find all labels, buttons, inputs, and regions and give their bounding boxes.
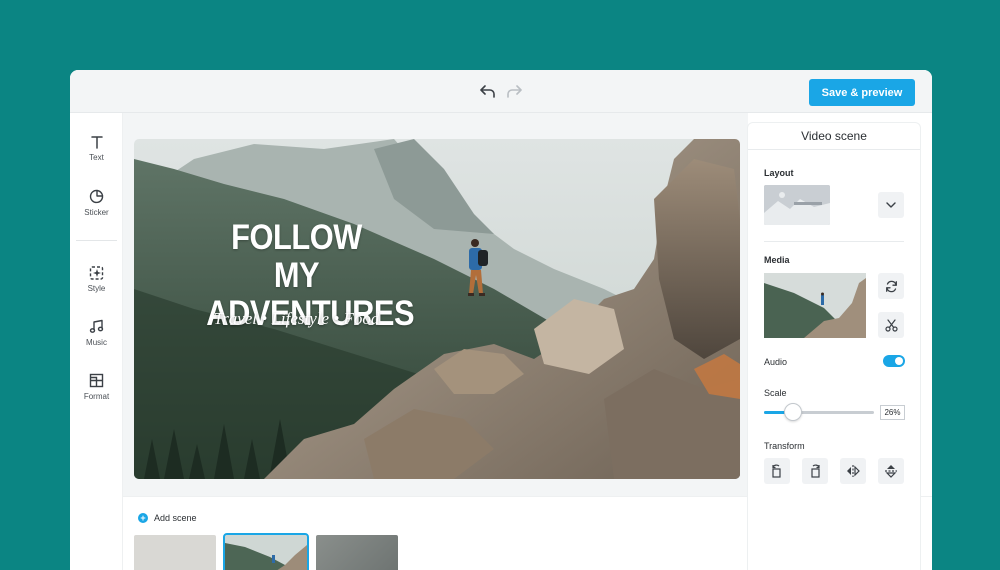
style-icon bbox=[89, 266, 104, 280]
editor-window: Save & preview Text Sticker Style Music … bbox=[70, 70, 932, 570]
flip-vertical-icon bbox=[885, 465, 897, 478]
scissors-icon bbox=[884, 318, 898, 332]
add-scene-button[interactable]: + Add scene bbox=[138, 513, 197, 523]
section-divider bbox=[764, 241, 904, 242]
plus-icon: + bbox=[138, 513, 148, 523]
scene-thumbnail[interactable] bbox=[134, 535, 216, 570]
scale-value-input[interactable]: 26% bbox=[880, 405, 905, 420]
media-label: Media bbox=[764, 255, 790, 265]
undo-icon[interactable] bbox=[479, 82, 497, 100]
panel-title: Video scene bbox=[748, 123, 920, 150]
rotate-right-button[interactable] bbox=[802, 458, 828, 484]
transform-label: Transform bbox=[764, 441, 805, 451]
add-scene-label: Add scene bbox=[154, 513, 197, 523]
sidebar-item-style[interactable]: Style bbox=[70, 265, 123, 305]
scene-subtitle[interactable]: Travel • Lifestyle • Food bbox=[184, 309, 409, 329]
refresh-icon bbox=[885, 280, 897, 292]
sidebar-item-label: Style bbox=[87, 284, 106, 293]
save-preview-button[interactable]: Save & preview bbox=[809, 79, 915, 106]
flip-horizontal-icon bbox=[847, 465, 860, 477]
rotate-left-button[interactable] bbox=[764, 458, 790, 484]
text-icon bbox=[90, 136, 103, 149]
video-scene-panel: Video scene Layout Media Audio Scale 26%… bbox=[748, 123, 920, 570]
flip-vertical-button[interactable] bbox=[878, 458, 904, 484]
scale-slider[interactable] bbox=[764, 403, 874, 421]
scene-thumbnail[interactable] bbox=[223, 533, 309, 570]
format-icon bbox=[89, 373, 104, 388]
top-toolbar: Save & preview bbox=[70, 70, 932, 113]
sidebar-divider bbox=[76, 240, 117, 241]
music-icon bbox=[89, 319, 104, 333]
scene-thumbnail[interactable] bbox=[316, 535, 398, 570]
left-toolbar: Text Sticker Style Music Format bbox=[70, 113, 123, 570]
canvas-area: FOLLOW MY ADVENTURES Travel • Lifestyle … bbox=[123, 113, 748, 496]
flip-horizontal-button[interactable] bbox=[840, 458, 866, 484]
sidebar-item-label: Sticker bbox=[84, 208, 109, 217]
scale-slider-handle[interactable] bbox=[783, 403, 802, 421]
sidebar-item-label: Music bbox=[86, 338, 107, 347]
rotate-right-icon bbox=[811, 464, 820, 478]
audio-label: Audio bbox=[764, 357, 788, 367]
sidebar-item-music[interactable]: Music bbox=[70, 319, 123, 359]
scene-preview[interactable]: FOLLOW MY ADVENTURES Travel • Lifestyle … bbox=[134, 139, 740, 479]
trim-media-button[interactable] bbox=[878, 312, 904, 338]
replace-media-button[interactable] bbox=[878, 273, 904, 299]
scale-label: Scale bbox=[764, 388, 787, 398]
layout-label: Layout bbox=[764, 168, 794, 178]
chevron-down-icon bbox=[886, 202, 896, 208]
sticker-icon bbox=[89, 189, 104, 204]
sidebar-item-label: Text bbox=[89, 153, 104, 162]
sidebar-item-format[interactable]: Format bbox=[70, 373, 123, 413]
scene-title-line1: FOLLOW MY bbox=[231, 218, 362, 295]
layout-thumbnail[interactable] bbox=[764, 185, 830, 225]
audio-toggle[interactable] bbox=[883, 355, 905, 367]
sidebar-item-label: Format bbox=[83, 392, 110, 401]
sidebar-item-sticker[interactable]: Sticker bbox=[70, 189, 123, 229]
media-thumbnail[interactable] bbox=[764, 273, 866, 338]
layout-dropdown-button[interactable] bbox=[878, 192, 904, 218]
sidebar-item-text[interactable]: Text bbox=[70, 135, 123, 175]
rotate-left-icon bbox=[772, 464, 781, 478]
redo-icon[interactable] bbox=[505, 82, 523, 100]
